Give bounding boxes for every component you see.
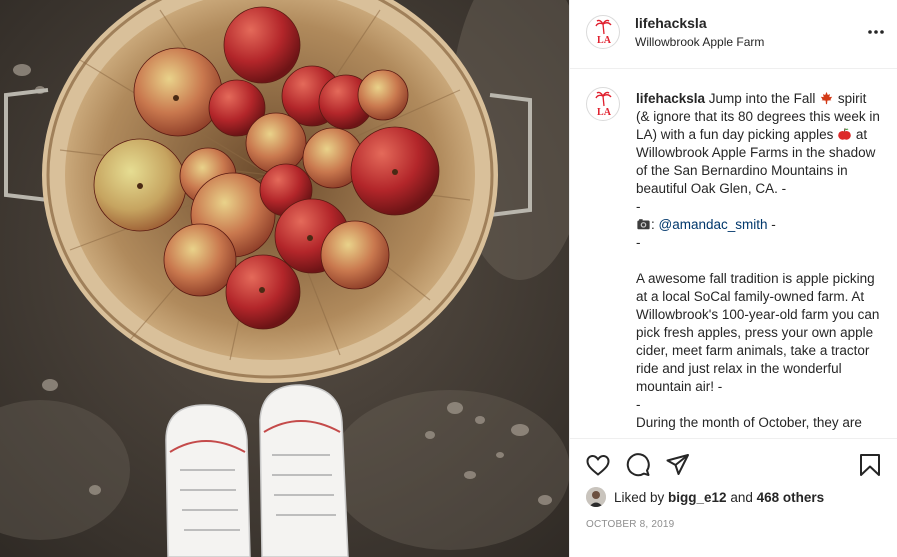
share-icon — [666, 454, 689, 475]
svg-text:LA: LA — [597, 35, 612, 46]
likes-prefix: Liked by — [614, 489, 669, 505]
mention-link[interactable]: @amandac_smith — [659, 217, 768, 232]
caption-part: : — [651, 217, 659, 232]
caption-username[interactable]: lifehacksla — [636, 91, 705, 106]
comments-section: LA lifehacksla Jump into the Fall spirit… — [570, 70, 897, 439]
more-horizontal-icon — [868, 30, 884, 34]
action-bar: Liked by bigg_e12 and 468 others OCTOBER… — [570, 438, 897, 557]
apple-basket-photo — [0, 0, 569, 557]
maple-leaf-icon — [820, 91, 833, 105]
profile-avatar[interactable]: LA — [586, 15, 620, 49]
caption-avatar[interactable]: LA — [586, 87, 620, 121]
post-dialog: LA lifehacksla Willowbrook Apple Farm LA — [0, 0, 897, 557]
header-username[interactable]: lifehacksla — [635, 15, 707, 31]
liker-avatar[interactable] — [586, 487, 606, 507]
likes-count[interactable]: 468 others — [757, 490, 825, 505]
la-palm-logo-icon: LA — [595, 91, 612, 118]
la-palm-logo-icon: LA — [595, 19, 612, 46]
caption-text: lifehacksla Jump into the Fall spirit (&… — [636, 90, 882, 432]
post-photo[interactable] — [0, 0, 569, 557]
header-location[interactable]: Willowbrook Apple Farm — [635, 35, 764, 49]
share-button[interactable] — [664, 451, 692, 479]
camera-icon — [637, 219, 650, 230]
caption-part: Jump into the Fall — [705, 91, 820, 106]
more-options-button[interactable] — [862, 18, 890, 46]
save-button[interactable] — [856, 451, 884, 479]
likes-summary: Liked by bigg_e12 and 468 others — [586, 487, 824, 507]
heart-icon — [586, 454, 610, 476]
comment-icon — [626, 453, 650, 477]
post-side-panel: LA lifehacksla Willowbrook Apple Farm LA — [569, 0, 897, 557]
caption-part: - - A awesome fall tradition is apple pi… — [636, 217, 880, 430]
like-button[interactable] — [584, 451, 612, 479]
post-date[interactable]: OCTOBER 8, 2019 — [586, 519, 674, 530]
person-avatar-icon — [586, 487, 606, 507]
liker-username[interactable]: bigg_e12 — [668, 490, 727, 505]
likes-middle: and — [726, 489, 757, 505]
red-apple-icon — [838, 128, 851, 140]
save-icon — [860, 454, 880, 476]
svg-text:LA: LA — [597, 107, 612, 118]
comment-button[interactable] — [624, 451, 652, 479]
post-header: LA lifehacksla Willowbrook Apple Farm — [570, 0, 897, 69]
